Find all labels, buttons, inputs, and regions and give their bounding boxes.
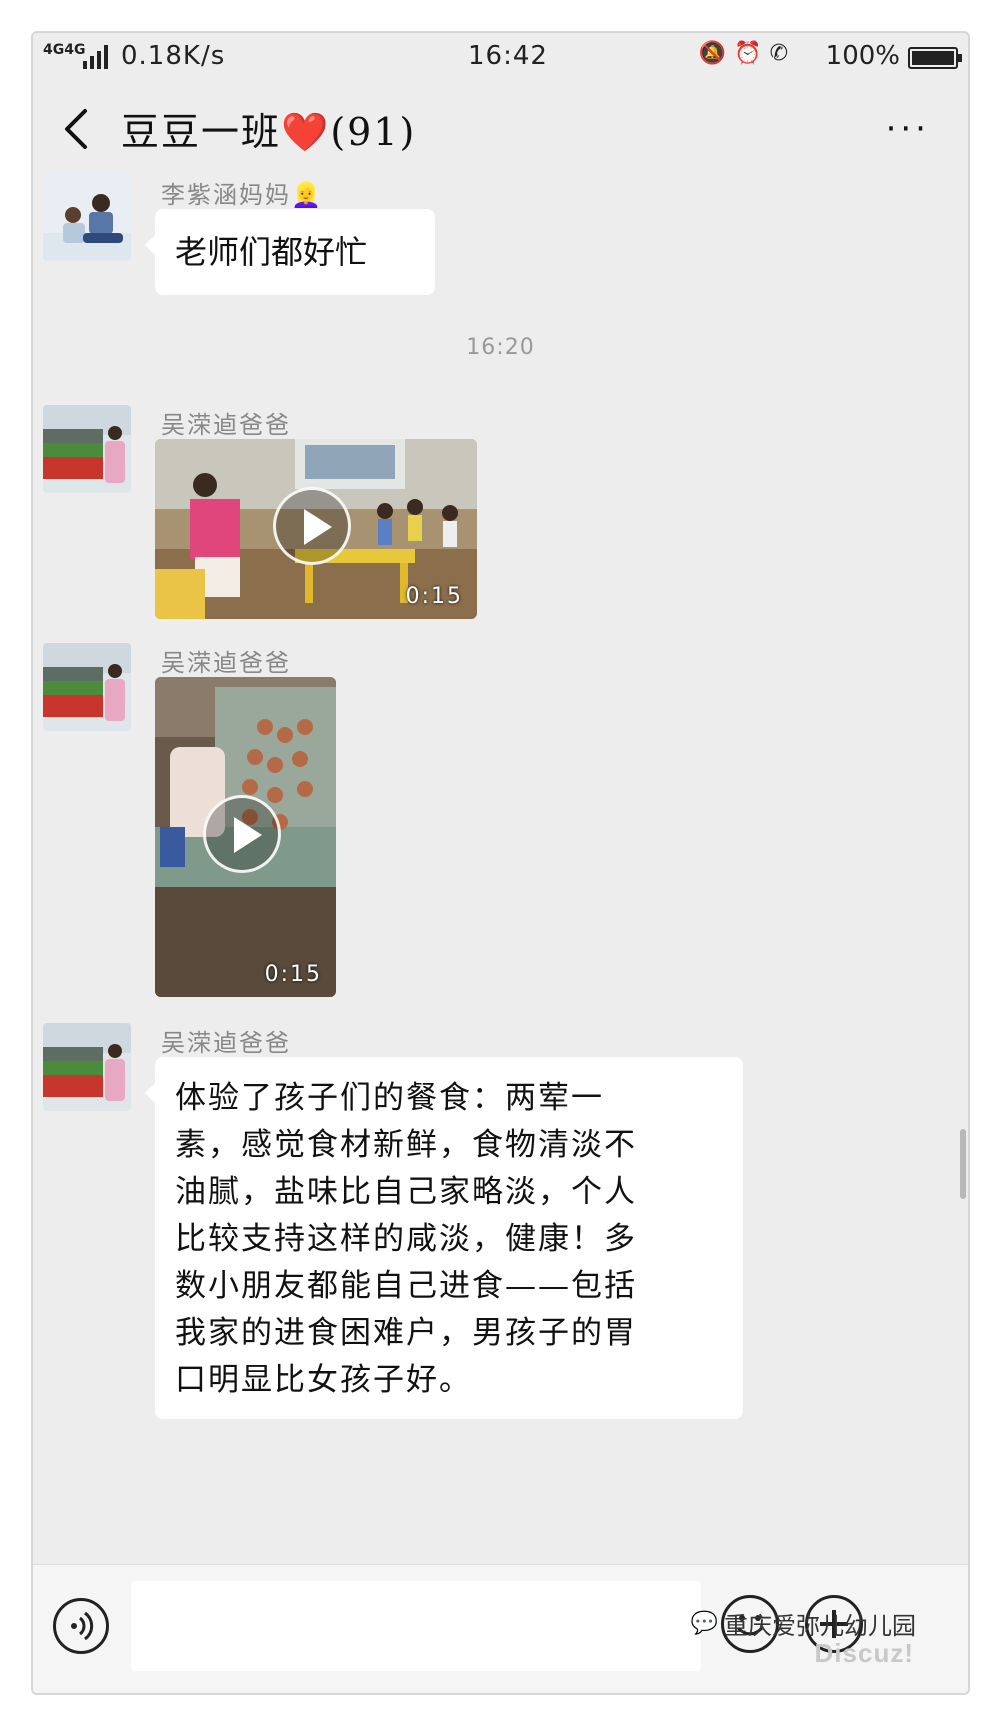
battery-percent: 100% bbox=[825, 41, 900, 71]
network-type: 4G4G bbox=[43, 42, 86, 58]
avatar[interactable] bbox=[43, 643, 131, 731]
avatar[interactable] bbox=[43, 173, 131, 261]
wechat-icon: 💬 bbox=[690, 1611, 718, 1636]
watermark-text: 重庆爱弥儿幼儿园 bbox=[724, 1612, 916, 1640]
play-icon[interactable] bbox=[203, 795, 281, 873]
avatar[interactable] bbox=[43, 1023, 131, 1111]
sender-name: 李紫涵妈妈👱‍♀️ bbox=[161, 181, 323, 209]
sender-name: 吴溁逌爸爸 bbox=[161, 1029, 291, 1057]
avatar[interactable] bbox=[43, 405, 131, 493]
message-line: 口明显比女孩子好。 bbox=[175, 1362, 472, 1398]
message-bubble[interactable]: 体验了孩子们的餐食：两荤一 素，感觉食材新鲜，食物清淡不 油腻，盐味比自己家略淡… bbox=[145, 1057, 743, 1419]
message-input[interactable] bbox=[131, 1581, 701, 1671]
message-line: 体验了孩子们的餐食：两荤一 bbox=[175, 1080, 604, 1116]
alarm-icon: ⏰ bbox=[734, 41, 762, 66]
message-line: 素，感觉食材新鲜，食物清淡不 bbox=[175, 1127, 637, 1163]
message-timestamp: 16:20 bbox=[466, 335, 535, 360]
status-bar: 4G4G 0.18K/s 16:42 🔕 ⏰ ✆ 100% bbox=[33, 33, 968, 83]
sender-name: 吴溁逌爸爸 bbox=[161, 649, 291, 677]
video-message[interactable]: 0:15 bbox=[155, 439, 477, 619]
chat-header: 豆豆一班❤️(91) ··· bbox=[33, 83, 968, 173]
scrollbar[interactable] bbox=[960, 1129, 966, 1199]
mute-bell-icon: 🔕 bbox=[698, 41, 727, 66]
video-message[interactable]: 0:15 bbox=[155, 677, 336, 997]
more-options-button[interactable]: ··· bbox=[886, 109, 930, 149]
battery-icon bbox=[908, 47, 962, 69]
voice-button[interactable] bbox=[53, 1598, 109, 1654]
sender-name: 吴溁逌爸爸 bbox=[161, 411, 291, 439]
watermark: 💬 重庆爱弥儿幼儿园 bbox=[691, 1606, 916, 1641]
status-icons: 🔕 ⏰ ✆ bbox=[699, 41, 788, 66]
back-button[interactable] bbox=[53, 101, 103, 157]
message-bubble[interactable]: 老师们都好忙 bbox=[145, 209, 435, 295]
message-line: 油腻，盐味比自己家略淡，个人 bbox=[175, 1174, 637, 1210]
phone-screen: 4G4G 0.18K/s 16:42 🔕 ⏰ ✆ 100% 豆豆一班❤️(91)… bbox=[31, 31, 970, 1695]
hd-call-icon: ✆ bbox=[769, 41, 788, 66]
play-icon[interactable] bbox=[273, 487, 351, 565]
message-line: 数小朋友都能自己进食——包括 bbox=[175, 1268, 637, 1304]
network-speed: 0.18K/s bbox=[121, 41, 226, 71]
signal-icon bbox=[83, 43, 113, 69]
message-text: 老师们都好忙 bbox=[175, 233, 368, 271]
chevron-left-icon bbox=[65, 109, 87, 149]
status-time: 16:42 bbox=[468, 41, 548, 71]
chat-title: 豆豆一班❤️(91) bbox=[121, 110, 417, 154]
voice-icon bbox=[71, 1611, 94, 1641]
video-duration: 0:15 bbox=[264, 962, 322, 987]
message-line: 比较支持这样的咸淡，健康！多 bbox=[175, 1221, 637, 1257]
video-duration: 0:15 bbox=[405, 584, 463, 609]
message-line: 我家的进食困难户，男孩子的胃 bbox=[175, 1315, 637, 1351]
discuz-watermark: Discuz! bbox=[814, 1638, 914, 1668]
